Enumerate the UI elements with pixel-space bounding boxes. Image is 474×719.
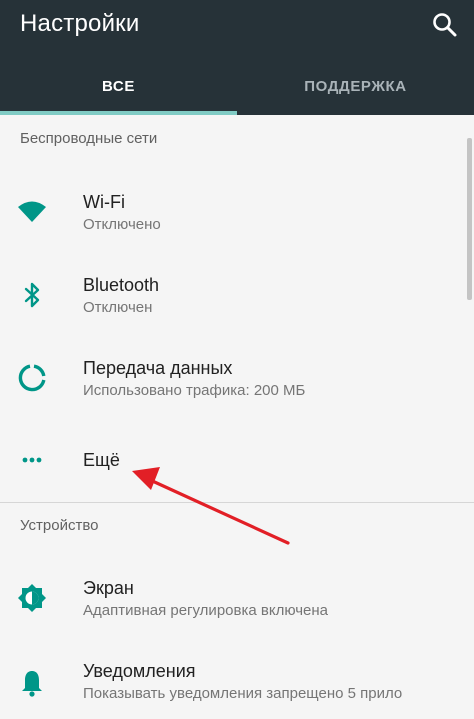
annotation-arrow [132,467,290,545]
